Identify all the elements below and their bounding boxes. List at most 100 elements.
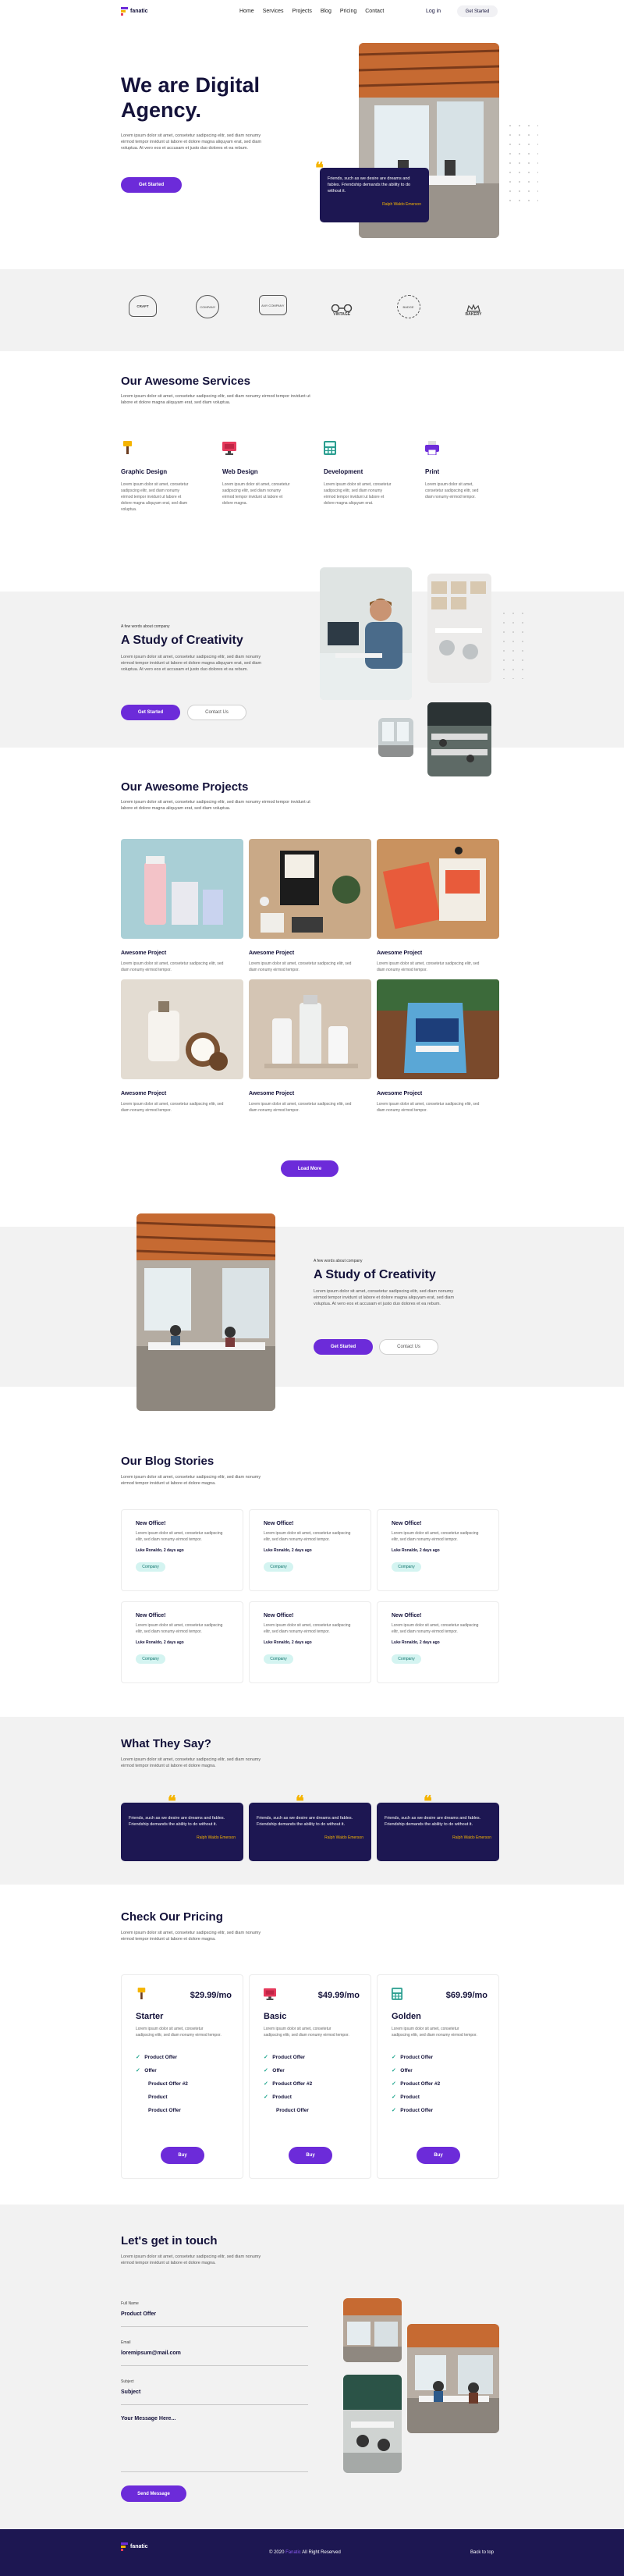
project-image-stationery [249,839,371,939]
buy-button[interactable]: Buy [417,2147,460,2164]
brand-logo[interactable]: fanatic [121,7,148,16]
pricing-title: Check Our Pricing [121,1910,223,1924]
study1-dot-pattern [499,609,530,679]
nav-home[interactable]: Home [239,9,254,14]
partner-logo-5: BADGE [396,295,420,318]
nav-contact[interactable]: Contact [365,9,384,14]
nav-blog[interactable]: Blog [321,9,332,14]
projects-grid: Awesome Project Lorem ipsum dolor sit am… [121,839,499,1114]
project-image-bottles [249,979,371,1079]
buy-button[interactable]: Buy [161,2147,204,2164]
project-text: Lorem ipsum dolor sit amet, consetetur s… [121,961,224,972]
blog-post-title: New Office! [392,1613,422,1618]
blog-card[interactable]: New Office! Lorem ipsum dolor sit amet, … [249,1601,371,1683]
blog-card[interactable]: New Office! Lorem ipsum dolor sit amet, … [377,1509,499,1591]
blog-post-meta: Luke Ronaldo, 2 days ago [136,1548,184,1553]
nav-services[interactable]: Services [263,9,284,14]
nav-projects[interactable]: Projects [292,9,312,14]
testimonials-text: Lorem ipsum dolor sit amet, consetetur s… [121,1757,261,1768]
project-card[interactable]: Awesome Project Lorem ipsum dolor sit am… [249,979,371,1114]
contact-image-2 [343,2375,402,2473]
project-card[interactable]: Awesome Project Lorem ipsum dolor sit am… [377,839,499,973]
check-icon: ✓ [392,2081,396,2087]
hero-title: We are Digital Agency. [121,73,260,123]
hero-quote-author: Ralph Waldo Emerson [382,202,421,207]
field-label: Email [121,2340,131,2345]
service-item: Development Lorem ipsum dolor sit amet, … [324,441,402,513]
project-image-coffee-bag [377,979,499,1079]
service-title: Web Design [222,468,258,475]
blog-card[interactable]: New Office! Lorem ipsum dolor sit amet, … [121,1509,243,1591]
partner-logo-2: COMPANY [196,295,220,318]
hero-get-started-button[interactable]: Get Started [121,177,182,193]
project-title: Awesome Project [249,1091,295,1096]
study1-contact-button[interactable]: Contact Us [187,705,246,720]
hero-dot-pattern [505,121,538,207]
footer-brand[interactable]: fanatic [121,2542,148,2551]
project-image-invitation [377,839,499,939]
study1-main-image [320,567,412,700]
blog-post-badge[interactable]: Company [392,1562,421,1572]
service-title: Development [324,468,363,475]
contact-image-1 [343,2298,402,2362]
email-field[interactable]: Email loremipsum@mail.com [121,2340,308,2366]
logo-mark-icon [121,7,128,16]
project-card[interactable]: Awesome Project Lorem ipsum dolor sit am… [377,979,499,1114]
message-field[interactable]: Your Message Here... [121,2416,308,2472]
header-get-started-button[interactable]: Get Started [457,5,498,17]
service-item: Web Design Lorem ipsum dolor sit amet, c… [222,441,300,513]
feature-row: Product Offer #2 [148,2081,188,2087]
monitor-icon [222,442,236,455]
blog-card[interactable]: New Office! Lorem ipsum dolor sit amet, … [249,1509,371,1591]
login-link[interactable]: Log in [426,9,441,14]
send-message-button[interactable]: Send Message [121,2485,186,2502]
field-value: Subject [121,2389,141,2395]
blog-post-title: New Office! [392,1521,422,1526]
project-card[interactable]: Awesome Project Lorem ipsum dolor sit am… [121,979,243,1114]
study1-get-started-button[interactable]: Get Started [121,705,180,720]
project-card[interactable]: Awesome Project Lorem ipsum dolor sit am… [249,839,371,973]
blog-text: Lorem ipsum dolor sit amet, consetetur s… [121,1475,261,1486]
project-card[interactable]: Awesome Project Lorem ipsum dolor sit am… [121,839,243,973]
study2-kicker: A few words about company [314,1259,363,1263]
testimonial-card: ❝ Friends, such as we desire are dreams … [249,1792,371,1861]
project-image-coconut [121,979,243,1079]
blog-post-badge[interactable]: Company [392,1654,421,1664]
blog-post-badge[interactable]: Company [136,1562,165,1572]
subject-field[interactable]: Subject Subject [121,2379,308,2405]
quote-icon: ❝ [168,1792,176,1810]
field-label: Full Name [121,2301,139,2306]
crown-icon [466,304,480,312]
feature-row: ✓ Product Offer [392,2055,434,2060]
feature-row: ✓ Product [264,2095,292,2100]
office-desk-photo [343,2298,402,2362]
full-name-field[interactable]: Full Name Product Offer [121,2301,308,2327]
paint-brush-icon [123,441,132,454]
message-placeholder: Your Message Here... [121,2416,176,2421]
blog-post-badge[interactable]: Company [264,1562,293,1572]
service-item: Graphic Design Lorem ipsum dolor sit ame… [121,441,199,513]
blog-title: Our Blog Stories [121,1455,214,1468]
footer-brand-name: fanatic [130,2544,148,2549]
pricing-text: Lorem ipsum dolor sit amet, consetetur s… [121,1931,261,1942]
study2-contact-button[interactable]: Contact Us [379,1339,438,1355]
nav-pricing[interactable]: Pricing [340,9,356,14]
back-to-top-link[interactable]: Back to top [470,2550,494,2555]
hero-title-line-2: Agency. [121,98,202,122]
blog-post-badge[interactable]: Company [136,1654,165,1664]
man-at-desk-photo [320,567,412,700]
buy-button[interactable]: Buy [289,2147,332,2164]
plan-text: Lorem ipsum dolor sit amet, consetetur s… [136,2027,222,2038]
plan-price: $49.99/mo [317,1991,360,2000]
study2-get-started-button[interactable]: Get Started [314,1339,373,1355]
testimonial-author: Ralph Waldo Emerson [324,1835,363,1840]
testimonial-quote: Friends, such as we desire are dreams an… [257,1816,353,1827]
service-text: Lorem ipsum dolor sit amet, consetetur s… [324,482,392,506]
project-title: Awesome Project [249,950,295,956]
blog-card[interactable]: New Office! Lorem ipsum dolor sit amet, … [377,1601,499,1683]
blog-post-text: Lorem ipsum dolor sit amet, consetetur s… [392,1623,479,1634]
blog-card[interactable]: New Office! Lorem ipsum dolor sit amet, … [121,1601,243,1683]
blog-post-badge[interactable]: Company [264,1654,293,1664]
load-more-button[interactable]: Load More [281,1160,339,1177]
testimonial-author: Ralph Waldo Emerson [197,1835,236,1840]
